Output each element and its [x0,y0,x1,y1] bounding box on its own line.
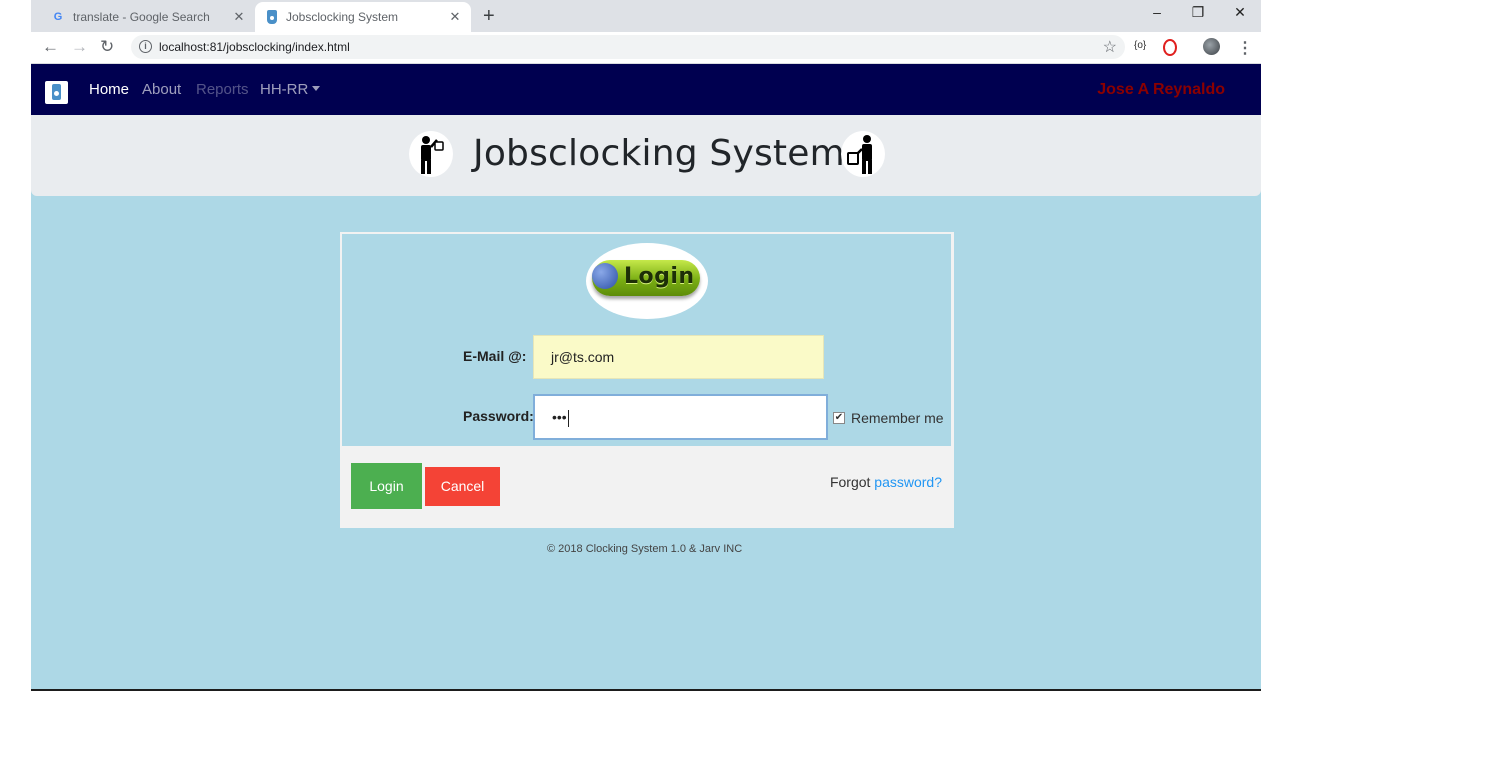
login-pill: Login [592,260,700,296]
tab-jobsclocking[interactable]: Jobsclocking System ✕ [255,2,471,32]
remember-me-label: Remember me [851,410,944,426]
nav-about-link[interactable]: About [142,81,181,98]
password-field[interactable]: ••• [533,394,828,440]
back-icon[interactable]: ← [42,37,59,57]
profile-avatar[interactable] [1203,38,1220,55]
address-bar[interactable]: i localhost:81/jobsclocking/index.html ☆ [131,35,1125,59]
login-card: Login E-Mail @: jr@ts.com Password: ••• … [340,232,954,528]
tab-strip: G translate - Google Search ✕ Jobsclocki… [31,0,1261,32]
footer-copyright: © 2018 Clocking System 1.0 & Jarv INC [547,543,743,555]
google-icon: G [53,11,63,23]
bottom-divider [31,689,1261,691]
brand-logo-icon[interactable] [45,81,68,104]
password-value: ••• [552,409,567,425]
nav-home-link[interactable]: Home [89,81,129,98]
email-label: E-Mail @: [463,348,527,364]
tab-close-icon[interactable]: ✕ [447,9,463,25]
forgot-password: Forgot password? [830,474,942,490]
restore-icon[interactable]: ❐ [1188,4,1208,21]
extension-icon[interactable]: {o} [1134,40,1146,51]
tab-google-search[interactable]: G translate - Google Search ✕ [39,2,255,32]
browser-menu-icon[interactable]: ⋮ [1237,38,1253,58]
caret-down-icon [312,85,321,91]
page-content: Home About Reports HH-RR Jose A Reynaldo… [31,64,1261,691]
forgot-password-link[interactable]: password? [874,474,942,490]
arrow-icon [592,263,618,289]
browser-toolbar: ← → ↻ i localhost:81/jobsclocking/index.… [31,32,1261,64]
browser-window: G translate - Google Search ✕ Jobsclocki… [31,0,1261,691]
site-navbar: Home About Reports HH-RR Jose A Reynaldo [31,64,1261,115]
bookmark-star-icon[interactable]: ☆ [1103,37,1117,57]
forward-icon[interactable]: → [71,37,88,57]
remember-me-checkbox[interactable]: ✔ Remember me [833,410,944,426]
page-title: Jobsclocking System! [473,133,860,174]
text-cursor [567,409,569,427]
info-icon[interactable]: i [139,40,152,53]
cancel-button[interactable]: Cancel [425,467,500,506]
nav-reports-link[interactable]: Reports [196,81,249,98]
checkbox-checked-icon[interactable]: ✔ [833,412,845,424]
site-favicon-icon [267,10,277,24]
worker-right-icon [841,131,885,177]
worker-left-icon [409,131,453,177]
tab-title: Jobsclocking System [286,10,399,24]
login-button[interactable]: Login [351,463,422,509]
url-text[interactable]: localhost:81/jobsclocking/index.html [159,40,350,54]
close-window-icon[interactable]: ✕ [1230,4,1250,21]
page-header: Jobsclocking System! [31,115,1261,196]
tab-close-icon[interactable]: ✕ [231,9,247,25]
tab-title: translate - Google Search [73,10,210,24]
login-badge-image: Login [586,243,708,319]
forgot-prefix: Forgot [829,474,875,490]
login-form: Login E-Mail @: jr@ts.com Password: ••• … [342,234,951,446]
email-field[interactable]: jr@ts.com [533,335,824,379]
login-badge-text: Login [624,264,695,289]
nav-hhrr-label: HH-RR [260,81,309,98]
logged-in-user: Jose A Reynaldo [1097,81,1225,98]
minimize-icon[interactable]: – [1147,4,1167,20]
nav-hhrr-dropdown[interactable]: HH-RR [260,81,321,98]
opera-icon[interactable] [1163,39,1177,56]
reload-icon[interactable]: ↻ [100,37,114,57]
new-tab-button[interactable]: + [483,5,495,28]
password-label: Password: [463,408,534,424]
